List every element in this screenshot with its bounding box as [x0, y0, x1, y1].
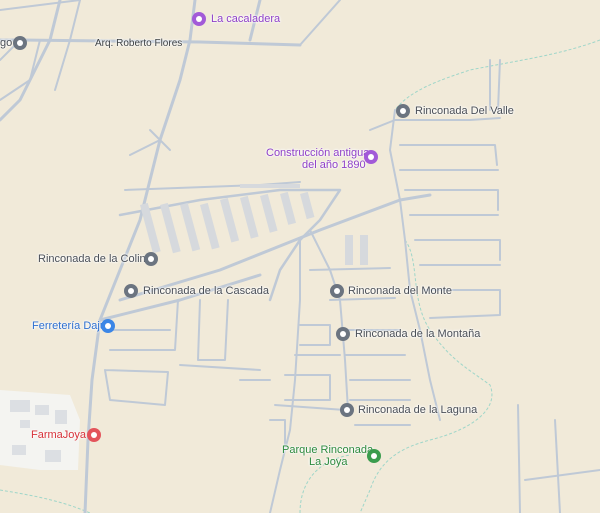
shopping-bag-icon	[101, 319, 115, 333]
place-label: FarmaJoya	[31, 429, 87, 441]
pin-icon	[396, 104, 410, 118]
place-label: Rinconada de la Montaña	[355, 328, 481, 340]
pharmacy-icon	[87, 428, 101, 442]
place-label: Rinconada de la Cascada	[143, 285, 269, 297]
camera-icon	[192, 12, 206, 26]
tree-icon	[367, 449, 381, 463]
place-label: go	[0, 37, 13, 49]
place-label: La cacaladera	[211, 13, 281, 25]
place-label: Rinconada Del Valle	[415, 105, 514, 117]
place-label: Rinconada del Monte	[348, 285, 452, 297]
place-label-line2: La Joya	[309, 456, 348, 468]
place-label: Rinconada de la Colina	[38, 253, 152, 265]
place-label-line2: del año 1890	[302, 159, 366, 171]
pin-icon	[330, 284, 344, 298]
road-label-roberto-flores: Arq. Roberto Flores	[95, 38, 183, 49]
pin-icon	[13, 36, 27, 50]
pin-icon	[124, 284, 138, 298]
pin-icon	[144, 252, 158, 266]
pin-icon	[340, 403, 354, 417]
place-label: Rinconada de la Laguna	[358, 404, 478, 416]
monument-icon	[364, 150, 378, 164]
pin-icon	[336, 327, 350, 341]
place-label: Ferretería Dajui	[32, 320, 109, 332]
